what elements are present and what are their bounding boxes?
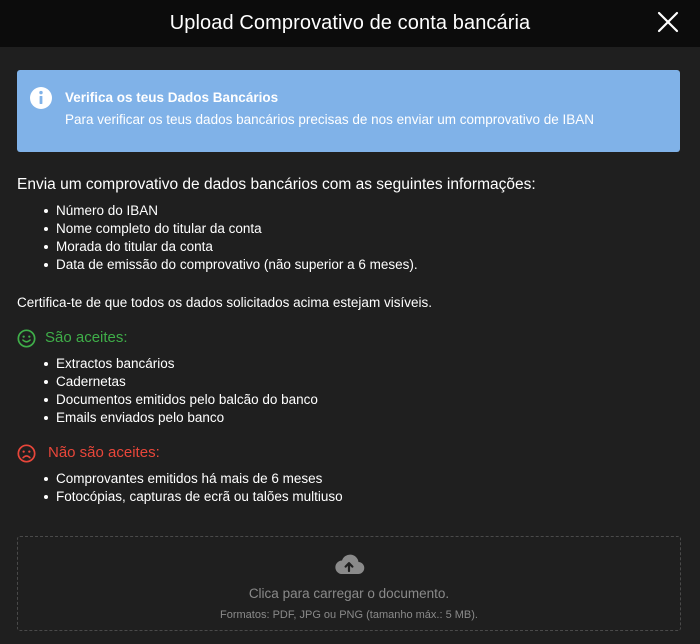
list-item: Extractos bancários bbox=[44, 355, 680, 373]
alert-text: Verifica os teus Dados Bancários Para ve… bbox=[65, 87, 594, 129]
list-item: Comprovantes emitidos há mais de 6 meses bbox=[44, 470, 680, 488]
list-item: Fotocópias, capturas de ecrã ou talões m… bbox=[44, 488, 680, 506]
upload-dropzone[interactable]: Clica para carregar o documento. Formato… bbox=[17, 536, 681, 631]
requirements-list: Número do IBAN Nome completo do titular … bbox=[17, 202, 680, 274]
info-alert: Verifica os teus Dados Bancários Para ve… bbox=[17, 70, 680, 152]
accepted-heading: São aceites: bbox=[17, 328, 680, 348]
accepted-list: Extractos bancários Cadernetas Documento… bbox=[17, 355, 680, 427]
alert-description: Para verificar os teus dados bancários p… bbox=[65, 112, 595, 127]
alert-title: Verifica os teus Dados Bancários bbox=[65, 90, 279, 105]
sad-icon bbox=[17, 443, 36, 463]
close-icon bbox=[657, 11, 679, 33]
dropzone-main-text: Clica para carregar o documento. bbox=[248, 586, 450, 601]
list-item: Cadernetas bbox=[44, 373, 680, 391]
accepted-label: São aceites: bbox=[45, 329, 128, 346]
cloud-upload-icon bbox=[335, 554, 365, 575]
rejected-label: Não são aceites: bbox=[48, 444, 160, 461]
rejected-list: Comprovantes emitidos há mais de 6 meses… bbox=[17, 470, 680, 506]
intro-text: Envia um comprovativo de dados bancários… bbox=[17, 176, 536, 193]
upload-modal: Upload Comprovativo de conta bancária Ve… bbox=[0, 0, 700, 644]
list-item: Número do IBAN bbox=[44, 202, 680, 220]
modal-title: Upload Comprovativo de conta bancária bbox=[169, 12, 531, 34]
info-icon bbox=[30, 87, 52, 109]
list-item: Documentos emitidos pelo balcão do banco bbox=[44, 391, 680, 409]
dropzone-formats-text: Formatos: PDF, JPG ou PNG (tamanho máx.:… bbox=[220, 609, 478, 621]
smile-icon bbox=[17, 328, 36, 348]
modal-content: Verifica os teus Dados Bancários Para ve… bbox=[0, 47, 700, 506]
rejected-heading: Não são aceites: bbox=[17, 443, 680, 463]
list-item: Emails enviados pelo banco bbox=[44, 409, 680, 427]
modal-header: Upload Comprovativo de conta bancária bbox=[0, 0, 700, 47]
list-item: Nome completo do titular da conta bbox=[44, 220, 680, 238]
visibility-note: Certifica-te de que todos os dados solic… bbox=[17, 295, 432, 310]
close-button[interactable] bbox=[654, 8, 682, 36]
list-item: Data de emissão do comprovativo (não sup… bbox=[44, 256, 680, 274]
list-item: Morada do titular da conta bbox=[44, 238, 680, 256]
